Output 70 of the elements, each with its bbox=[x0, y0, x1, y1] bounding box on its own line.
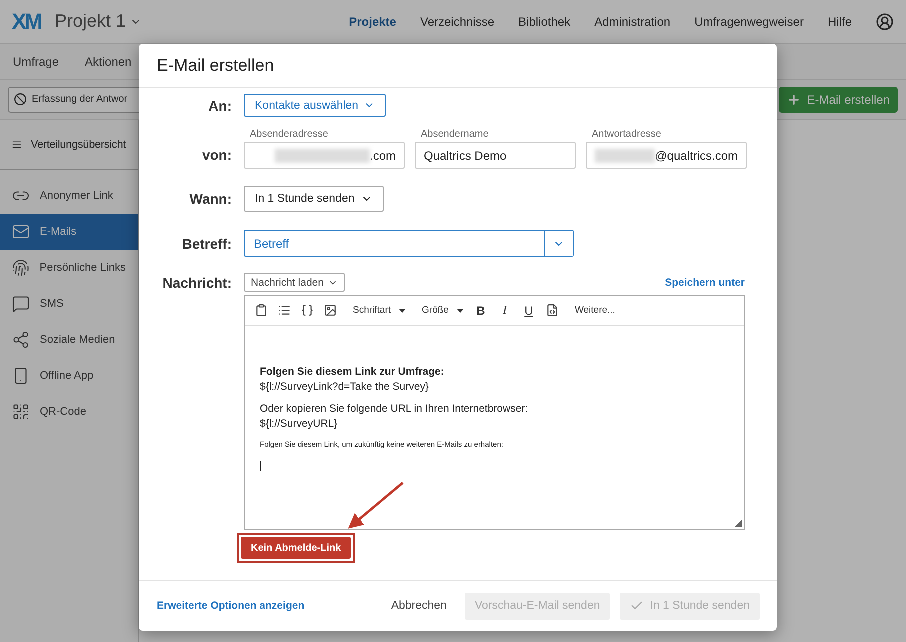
format-button[interactable]: B bbox=[474, 304, 488, 318]
nav-link[interactable]: Verzeichnisse bbox=[420, 14, 495, 28]
more-button[interactable]: Weitere... bbox=[574, 305, 616, 316]
braces-icon[interactable] bbox=[301, 304, 314, 317]
message-text: ${l://SurveyURL} bbox=[260, 418, 339, 430]
caret-icon bbox=[456, 308, 464, 312]
subject-field[interactable]: Betreff bbox=[244, 230, 574, 257]
save-as-link[interactable]: Speichern unter bbox=[665, 276, 745, 288]
nav-link[interactable]: Hilfe bbox=[828, 14, 852, 28]
sidebar-item[interactable]: Soziale Medien bbox=[0, 322, 138, 358]
field-label: Betreff: bbox=[181, 236, 232, 252]
project-menu[interactable]: Projekt 1 bbox=[55, 11, 142, 32]
phone-icon bbox=[12, 367, 30, 385]
chat-bubble-icon bbox=[12, 295, 30, 313]
field-label: von: bbox=[201, 147, 232, 165]
clipboard-icon[interactable] bbox=[255, 304, 268, 317]
sidebar-item[interactable]: Anonymer Link bbox=[0, 178, 138, 214]
format-button[interactable]: I bbox=[498, 303, 512, 318]
input-field[interactable]: .com bbox=[244, 142, 405, 169]
list-icon[interactable] bbox=[278, 304, 291, 317]
field-label: An: bbox=[208, 98, 232, 114]
no-unsubscribe-link-button[interactable]: Kein Abmelde-Link bbox=[241, 537, 352, 559]
schedule-dropdown[interactable]: In 1 Stunde senden bbox=[244, 186, 384, 212]
contacts-dropdown[interactable]: Kontakte auswählen bbox=[244, 94, 386, 117]
resize-handle[interactable] bbox=[735, 520, 742, 527]
field-caption: Absenderadresse bbox=[249, 129, 330, 140]
field-caption: Antwortadresse bbox=[591, 129, 662, 140]
format-button[interactable]: U bbox=[522, 304, 536, 318]
caret-icon bbox=[399, 308, 406, 312]
arrow-annotation bbox=[348, 482, 404, 529]
subject-dropdown-button[interactable] bbox=[544, 231, 573, 256]
message-text: ${l://SurveyLink?d=Take the Survey} bbox=[260, 381, 430, 393]
sidebar-item[interactable]: SMS bbox=[0, 286, 138, 322]
nav-link[interactable]: Projekte bbox=[349, 14, 396, 28]
load-message-dropdown[interactable]: Nachricht laden bbox=[244, 273, 345, 292]
message-text: Oder kopieren Sie folgende URL in Ihren Internetbrowser: bbox=[260, 403, 530, 415]
toolbar-dropdown[interactable]: Schriftart bbox=[353, 305, 406, 316]
field-label: Nachricht: bbox=[162, 274, 232, 290]
cancel-button[interactable]: Abbrechen bbox=[383, 600, 455, 612]
image-icon[interactable] bbox=[324, 304, 337, 317]
plus-icon bbox=[787, 92, 802, 106]
advanced-options-link[interactable]: Erweiterte Optionen anzeigen bbox=[157, 600, 305, 612]
nav-link[interactable]: Administration bbox=[594, 14, 671, 28]
toolbar-dropdown[interactable]: Größe bbox=[422, 305, 464, 316]
nav-link[interactable]: Umfragenwegweiser bbox=[694, 14, 804, 28]
blurred-text bbox=[595, 148, 656, 162]
user-icon[interactable] bbox=[876, 12, 894, 30]
qr-code-icon bbox=[12, 403, 30, 421]
prohibited-icon bbox=[14, 93, 27, 106]
menu-item[interactable]: Umfrage bbox=[13, 54, 60, 68]
envelope-icon bbox=[12, 223, 30, 241]
menu-item[interactable]: Aktionen bbox=[85, 54, 132, 68]
sidebar-item[interactable]: E-Mails bbox=[0, 214, 138, 250]
logo: XM bbox=[12, 8, 41, 34]
source-code-icon[interactable] bbox=[546, 304, 559, 317]
sidebar-item[interactable]: Verteilungsübersicht bbox=[0, 120, 138, 170]
sidebar-item[interactable]: Offline App bbox=[0, 358, 138, 394]
input-field[interactable]: @qualtrics.com bbox=[586, 142, 747, 169]
message-text: Folgen Sie diesem Link zur Umfrage: bbox=[260, 366, 446, 378]
share-icon bbox=[12, 331, 30, 349]
input-field[interactable]: Qualtrics Demo bbox=[415, 142, 576, 169]
sidebar-item[interactable]: Persönliche Links bbox=[0, 250, 138, 286]
field-label: Wann: bbox=[188, 191, 232, 207]
nav-link[interactable]: Bibliothek bbox=[518, 14, 571, 28]
dialog-title: E-Mail erstellen bbox=[157, 56, 274, 76]
message-editor[interactable] bbox=[244, 295, 745, 530]
field-caption: Absendername bbox=[420, 129, 490, 140]
fingerprint-icon bbox=[12, 259, 30, 277]
text-cursor bbox=[260, 461, 261, 471]
sidebar-item[interactable]: QR-Code bbox=[0, 394, 138, 430]
